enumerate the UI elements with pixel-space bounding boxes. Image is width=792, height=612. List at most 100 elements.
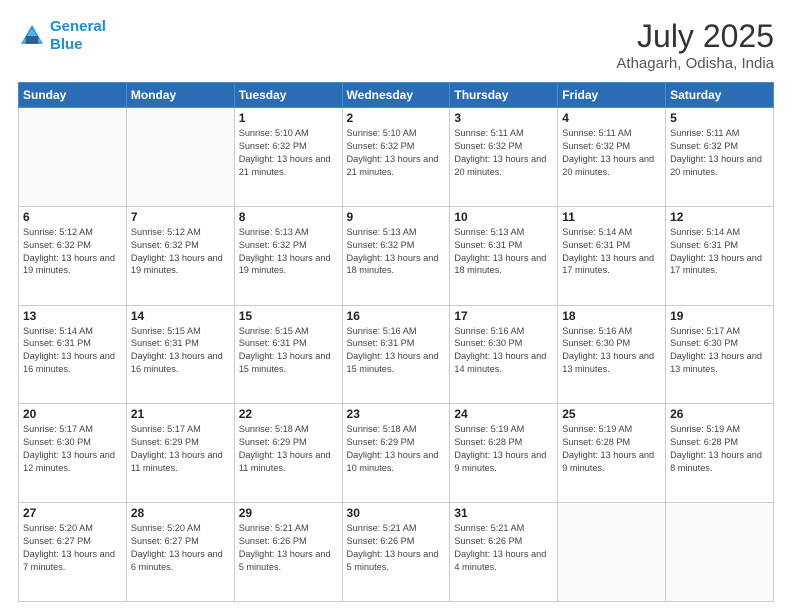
calendar-cell: 8 Sunrise: 5:13 AM Sunset: 6:32 PM Daylig… bbox=[234, 206, 342, 305]
logo-line2: Blue bbox=[50, 36, 83, 53]
day-number: 19 bbox=[670, 309, 769, 323]
calendar-cell: 20 Sunrise: 5:17 AM Sunset: 6:30 PM Dayli… bbox=[19, 404, 127, 503]
day-number: 12 bbox=[670, 210, 769, 224]
day-info: Sunrise: 5:17 AM Sunset: 6:30 PM Dayligh… bbox=[670, 325, 769, 377]
day-number: 22 bbox=[239, 407, 338, 421]
calendar-cell: 12 Sunrise: 5:14 AM Sunset: 6:31 PM Dayli… bbox=[666, 206, 774, 305]
day-info: Sunrise: 5:18 AM Sunset: 6:29 PM Dayligh… bbox=[347, 423, 446, 475]
day-info: Sunrise: 5:16 AM Sunset: 6:31 PM Dayligh… bbox=[347, 325, 446, 377]
day-number: 28 bbox=[131, 506, 230, 520]
calendar-cell: 2 Sunrise: 5:10 AM Sunset: 6:32 PM Daylig… bbox=[342, 108, 450, 207]
day-info: Sunrise: 5:19 AM Sunset: 6:28 PM Dayligh… bbox=[670, 423, 769, 475]
calendar-cell: 7Sunrise: 5:12 AM Sunset: 6:32 PM Daylig… bbox=[126, 206, 234, 305]
calendar-cell: 4Sunrise: 5:11 AM Sunset: 6:32 PM Daylig… bbox=[558, 108, 666, 207]
day-number: 31 bbox=[454, 506, 553, 520]
col-monday: Monday bbox=[126, 83, 234, 108]
day-info: Sunrise: 5:15 AM Sunset: 6:31 PM Dayligh… bbox=[131, 325, 230, 377]
calendar-table: Sunday Monday Tuesday Wednesday Thursday… bbox=[18, 82, 774, 602]
calendar-cell: 26 Sunrise: 5:19 AM Sunset: 6:28 PM Dayli… bbox=[666, 404, 774, 503]
day-number: 15 bbox=[239, 309, 338, 323]
day-number: 5 bbox=[670, 111, 769, 125]
day-number: 26 bbox=[670, 407, 769, 421]
day-info: Sunrise: 5:20 AM Sunset: 6:27 PM Dayligh… bbox=[23, 522, 122, 574]
day-info: Sunrise: 5:20 AM Sunset: 6:27 PM Dayligh… bbox=[131, 522, 230, 574]
day-info: Sunrise: 5:13 AM Sunset: 6:32 PM Dayligh… bbox=[239, 226, 338, 278]
calendar-cell bbox=[558, 503, 666, 602]
day-number: 23 bbox=[347, 407, 446, 421]
logo-icon bbox=[18, 22, 46, 50]
calendar-cell: 31 Sunrise: 5:21 AM Sunset: 6:26 PM Dayli… bbox=[450, 503, 558, 602]
day-info: Sunrise: 5:21 AM Sunset: 6:26 PM Dayligh… bbox=[239, 522, 338, 574]
calendar-cell: 23 Sunrise: 5:18 AM Sunset: 6:29 PM Dayli… bbox=[342, 404, 450, 503]
day-number: 30 bbox=[347, 506, 446, 520]
day-info: Sunrise: 5:13 AM Sunset: 6:32 PM Dayligh… bbox=[347, 226, 446, 278]
day-info: Sunrise: 5:19 AM Sunset: 6:28 PM Dayligh… bbox=[454, 423, 553, 475]
calendar-cell bbox=[666, 503, 774, 602]
day-info: Sunrise: 5:10 AM Sunset: 6:32 PM Dayligh… bbox=[239, 127, 338, 179]
day-number: 8 bbox=[239, 210, 338, 224]
day-info: Sunrise: 5:14 AM Sunset: 6:31 PM Dayligh… bbox=[670, 226, 769, 278]
day-info: Sunrise: 5:21 AM Sunset: 6:26 PM Dayligh… bbox=[347, 522, 446, 574]
day-number: 2 bbox=[347, 111, 446, 125]
calendar-cell: 11 Sunrise: 5:14 AM Sunset: 6:31 PM Dayli… bbox=[558, 206, 666, 305]
page: General Blue July 2025 Athagarh, Odisha,… bbox=[0, 0, 792, 612]
calendar-cell: 19 Sunrise: 5:17 AM Sunset: 6:30 PM Dayli… bbox=[666, 305, 774, 404]
calendar-cell: 18 Sunrise: 5:16 AM Sunset: 6:30 PM Dayli… bbox=[558, 305, 666, 404]
day-number: 18 bbox=[562, 309, 661, 323]
day-number: 9 bbox=[347, 210, 446, 224]
calendar-cell: 6Sunrise: 5:12 AM Sunset: 6:32 PM Daylig… bbox=[19, 206, 127, 305]
day-number: 11 bbox=[562, 210, 661, 224]
col-wednesday: Wednesday bbox=[342, 83, 450, 108]
col-saturday: Saturday bbox=[666, 83, 774, 108]
day-info: Sunrise: 5:21 AM Sunset: 6:26 PM Dayligh… bbox=[454, 522, 553, 574]
logo-line1: General bbox=[50, 18, 106, 35]
calendar-cell: 10Sunrise: 5:13 AM Sunset: 6:31 PM Dayli… bbox=[450, 206, 558, 305]
day-info: Sunrise: 5:16 AM Sunset: 6:30 PM Dayligh… bbox=[454, 325, 553, 377]
col-friday: Friday bbox=[558, 83, 666, 108]
calendar-cell: 3Sunrise: 5:11 AM Sunset: 6:32 PM Daylig… bbox=[450, 108, 558, 207]
day-number: 16 bbox=[347, 309, 446, 323]
header-row: Sunday Monday Tuesday Wednesday Thursday… bbox=[19, 83, 774, 108]
col-thursday: Thursday bbox=[450, 83, 558, 108]
day-number: 3 bbox=[454, 111, 553, 125]
logo: General Blue bbox=[18, 18, 106, 54]
calendar-week-4: 20 Sunrise: 5:17 AM Sunset: 6:30 PM Dayli… bbox=[19, 404, 774, 503]
calendar-subtitle: Athagarh, Odisha, India bbox=[616, 55, 774, 72]
calendar-cell bbox=[19, 108, 127, 207]
col-sunday: Sunday bbox=[19, 83, 127, 108]
calendar-title: July 2025 bbox=[616, 18, 774, 55]
calendar-cell: 22 Sunrise: 5:18 AM Sunset: 6:29 PM Dayli… bbox=[234, 404, 342, 503]
day-number: 1 bbox=[239, 111, 338, 125]
day-info: Sunrise: 5:17 AM Sunset: 6:30 PM Dayligh… bbox=[23, 423, 122, 475]
calendar-cell bbox=[126, 108, 234, 207]
col-tuesday: Tuesday bbox=[234, 83, 342, 108]
day-info: Sunrise: 5:12 AM Sunset: 6:32 PM Dayligh… bbox=[131, 226, 230, 278]
calendar-cell: 17Sunrise: 5:16 AM Sunset: 6:30 PM Dayli… bbox=[450, 305, 558, 404]
day-info: Sunrise: 5:17 AM Sunset: 6:29 PM Dayligh… bbox=[131, 423, 230, 475]
calendar-cell: 14 Sunrise: 5:15 AM Sunset: 6:31 PM Dayli… bbox=[126, 305, 234, 404]
day-info: Sunrise: 5:14 AM Sunset: 6:31 PM Dayligh… bbox=[562, 226, 661, 278]
day-info: Sunrise: 5:10 AM Sunset: 6:32 PM Dayligh… bbox=[347, 127, 446, 179]
day-number: 21 bbox=[131, 407, 230, 421]
day-number: 6 bbox=[23, 210, 122, 224]
day-info: Sunrise: 5:16 AM Sunset: 6:30 PM Dayligh… bbox=[562, 325, 661, 377]
calendar-cell: 24 Sunrise: 5:19 AM Sunset: 6:28 PM Dayli… bbox=[450, 404, 558, 503]
day-number: 20 bbox=[23, 407, 122, 421]
logo-text: General Blue bbox=[50, 18, 106, 54]
calendar-week-5: 27Sunrise: 5:20 AM Sunset: 6:27 PM Dayli… bbox=[19, 503, 774, 602]
calendar-cell: 30 Sunrise: 5:21 AM Sunset: 6:26 PM Dayli… bbox=[342, 503, 450, 602]
day-info: Sunrise: 5:18 AM Sunset: 6:29 PM Dayligh… bbox=[239, 423, 338, 475]
calendar-cell: 21 Sunrise: 5:17 AM Sunset: 6:29 PM Dayli… bbox=[126, 404, 234, 503]
day-number: 29 bbox=[239, 506, 338, 520]
day-number: 24 bbox=[454, 407, 553, 421]
day-info: Sunrise: 5:15 AM Sunset: 6:31 PM Dayligh… bbox=[239, 325, 338, 377]
day-number: 14 bbox=[131, 309, 230, 323]
day-number: 4 bbox=[562, 111, 661, 125]
calendar-cell: 28 Sunrise: 5:20 AM Sunset: 6:27 PM Dayli… bbox=[126, 503, 234, 602]
calendar-cell: 9 Sunrise: 5:13 AM Sunset: 6:32 PM Daylig… bbox=[342, 206, 450, 305]
day-info: Sunrise: 5:13 AM Sunset: 6:31 PM Dayligh… bbox=[454, 226, 553, 278]
calendar-week-3: 13Sunrise: 5:14 AM Sunset: 6:31 PM Dayli… bbox=[19, 305, 774, 404]
calendar-cell: 16 Sunrise: 5:16 AM Sunset: 6:31 PM Dayli… bbox=[342, 305, 450, 404]
calendar-cell: 29 Sunrise: 5:21 AM Sunset: 6:26 PM Dayli… bbox=[234, 503, 342, 602]
calendar-cell: 1 Sunrise: 5:10 AM Sunset: 6:32 PM Daylig… bbox=[234, 108, 342, 207]
